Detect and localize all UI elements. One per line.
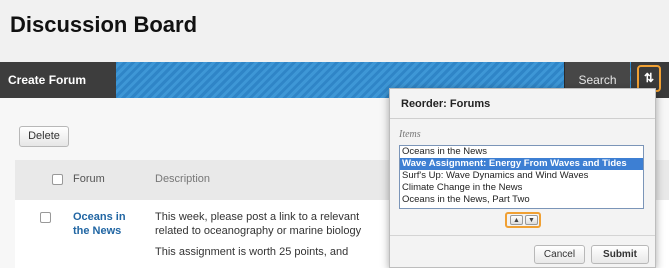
reorder-popup: Reorder: Forums Items Oceans in the News… (389, 88, 656, 268)
page-title: Discussion Board (10, 12, 198, 37)
forum-description: This week, please post a link to a relev… (155, 210, 395, 238)
cancel-button[interactable]: Cancel (534, 245, 585, 264)
forum-description-extra: This assignment is worth 25 points, and (155, 246, 349, 258)
column-header-forum[interactable]: Forum (73, 173, 105, 185)
create-forum-button[interactable]: Create Forum (0, 62, 116, 98)
list-item[interactable]: Surf's Up: Wave Dynamics and Wind Waves (400, 170, 643, 182)
items-label: Items (399, 129, 421, 140)
move-up-icon[interactable]: ▲ (510, 215, 523, 225)
page-header: Discussion Board (0, 0, 669, 62)
delete-button[interactable]: Delete (19, 126, 69, 147)
popup-footer-divider (390, 235, 655, 236)
description-line-1: This week, please post a link to a relev… (155, 211, 360, 223)
list-item[interactable]: Climate Change in the News (400, 182, 643, 194)
description-line-2: related to oceanography or marine biolog… (155, 225, 362, 237)
move-down-icon[interactable]: ▼ (525, 215, 538, 225)
forum-link[interactable]: Oceans in the News (73, 210, 143, 238)
popup-divider (390, 118, 655, 119)
select-all-checkbox[interactable] (52, 174, 63, 185)
reorder-listbox[interactable]: Oceans in the News Wave Assignment: Ener… (399, 145, 644, 209)
column-header-description: Description (155, 173, 211, 185)
row-checkbox[interactable] (40, 212, 51, 223)
submit-button[interactable]: Submit (591, 245, 649, 264)
list-item-selected[interactable]: Wave Assignment: Energy From Waves and T… (400, 158, 643, 170)
list-item[interactable]: Oceans in the News (400, 146, 643, 158)
list-item[interactable]: Oceans in the News, Part Two (400, 194, 643, 206)
popup-title: Reorder: Forums (401, 98, 491, 110)
move-controls: ▲ ▼ (505, 212, 541, 228)
